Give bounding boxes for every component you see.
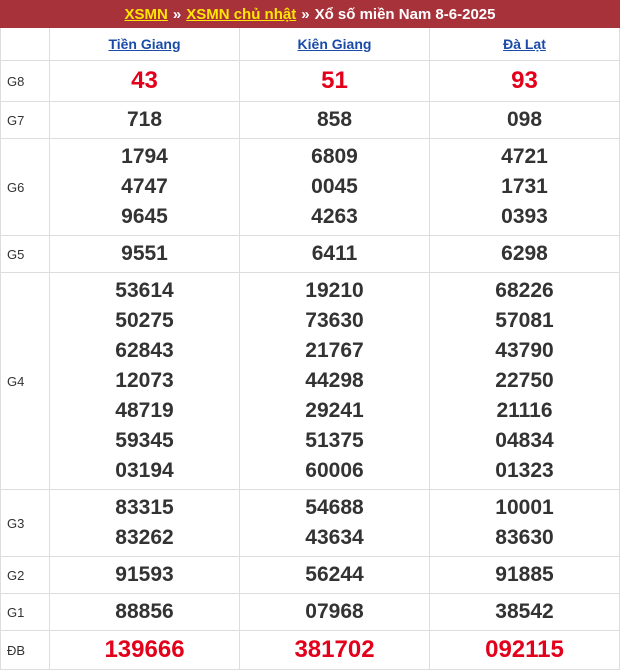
- prize-row-g7: G7 718 858 098: [0, 101, 620, 139]
- prize-label: G3: [0, 489, 50, 557]
- prize-number: 858: [239, 101, 430, 139]
- breadcrumb-link-xsmn-sunday[interactable]: XSMN chủ nhật: [186, 6, 296, 23]
- prize-label: G1: [0, 593, 50, 631]
- prize-number: 22750: [495, 369, 554, 392]
- prize-number: 0045: [311, 175, 358, 198]
- breadcrumb-separator: »: [172, 5, 182, 23]
- province-header: Tiền Giang: [49, 28, 240, 61]
- prize-row-g3: G3 83315 83262 54688 43634 10001 83630: [0, 489, 620, 557]
- special-prize-number: 139666: [49, 630, 240, 670]
- prize-number: 07968: [239, 593, 430, 631]
- prize-cell: 4721 1731 0393: [429, 138, 620, 236]
- prize-number: 83262: [115, 526, 174, 549]
- empty-header-cell: [0, 28, 50, 61]
- prize-number: 4263: [311, 205, 358, 228]
- special-prize-number: 381702: [239, 630, 430, 670]
- prize-row-g8: G8 43 51 93: [0, 60, 620, 102]
- prize-number: 43634: [305, 526, 364, 549]
- prize-label: G7: [0, 101, 50, 139]
- prize-number: 38542: [429, 593, 620, 631]
- prize-number: 12073: [115, 369, 174, 392]
- province-header: Kiên Giang: [239, 28, 430, 61]
- prize-row-g2: G2 91593 56244 91885: [0, 556, 620, 594]
- prize-number: 53614: [115, 279, 174, 302]
- prize-number: 4747: [121, 175, 168, 198]
- prize-cell: 6809 0045 4263: [239, 138, 430, 236]
- prize-number: 88856: [49, 593, 240, 631]
- prize-number: 098: [429, 101, 620, 139]
- prize-number: 73630: [305, 309, 364, 332]
- prize-label: G4: [0, 272, 50, 490]
- prize-number: 68226: [495, 279, 554, 302]
- prize-number: 62843: [115, 339, 174, 362]
- province-link-da-lat[interactable]: Đà Lạt: [503, 36, 546, 52]
- prize-row-g4: G4 53614 50275 62843 12073 48719 59345 0…: [0, 272, 620, 490]
- prize-cell: 54688 43634: [239, 489, 430, 557]
- prize-number: 718: [49, 101, 240, 139]
- breadcrumb-link-xsmn[interactable]: XSMN: [125, 6, 168, 23]
- breadcrumb-separator: »: [301, 5, 310, 23]
- prize-number: 91593: [49, 556, 240, 594]
- prize-number: 6411: [239, 235, 430, 273]
- prize-cell: 68226 57081 43790 22750 21116 04834 0132…: [429, 272, 620, 490]
- prize-number: 6298: [429, 235, 620, 273]
- prize-cell: 1794 4747 9645: [49, 138, 240, 236]
- prize-number: 19210: [305, 279, 364, 302]
- prize-number: 21767: [305, 339, 364, 362]
- prize-number: 4721: [501, 145, 548, 168]
- prize-number: 91885: [429, 556, 620, 594]
- prize-label: G5: [0, 235, 50, 273]
- prize-number: 6809: [311, 145, 358, 168]
- prize-number: 50275: [115, 309, 174, 332]
- province-link-tien-giang[interactable]: Tiền Giang: [108, 36, 180, 52]
- prize-cell: 19210 73630 21767 44298 29241 51375 6000…: [239, 272, 430, 490]
- prize-number: 59345: [115, 429, 174, 452]
- prize-number: 1794: [121, 145, 168, 168]
- prize-row-special: ĐB 139666 381702 092115: [0, 630, 620, 670]
- prize-label: G8: [0, 60, 50, 102]
- prize-row-g5: G5 9551 6411 6298: [0, 235, 620, 273]
- prize-cell: 53614 50275 62843 12073 48719 59345 0319…: [49, 272, 240, 490]
- prize-row-g1: G1 88856 07968 38542: [0, 593, 620, 631]
- prize-number: 9551: [49, 235, 240, 273]
- prize-number: 56244: [239, 556, 430, 594]
- province-header: Đà Lạt: [429, 28, 620, 61]
- prize-label: G6: [0, 138, 50, 236]
- prize-number: 1731: [501, 175, 548, 198]
- prize-number: 93: [429, 60, 620, 102]
- prize-number: 03194: [115, 459, 174, 482]
- prize-number: 43: [49, 60, 240, 102]
- prize-number: 51: [239, 60, 430, 102]
- prize-number: 54688: [305, 496, 364, 519]
- special-prize-number: 092115: [429, 630, 620, 670]
- prize-number: 51375: [305, 429, 364, 452]
- prize-number: 21116: [496, 399, 553, 422]
- page-title: Xổ số miền Nam 8-6-2025: [314, 5, 496, 23]
- prize-number: 04834: [495, 429, 554, 452]
- prize-number: 83630: [495, 526, 554, 549]
- prize-number: 01323: [495, 459, 554, 482]
- prize-number: 9645: [121, 205, 168, 228]
- prize-number: 57081: [495, 309, 554, 332]
- prize-number: 48719: [115, 399, 174, 422]
- prize-label: ĐB: [0, 630, 50, 670]
- prize-number: 43790: [495, 339, 554, 362]
- prize-number: 29241: [305, 399, 364, 422]
- prize-cell: 83315 83262: [49, 489, 240, 557]
- province-link-kien-giang[interactable]: Kiên Giang: [298, 36, 372, 52]
- province-header-row: Tiền Giang Kiên Giang Đà Lạt: [0, 28, 620, 61]
- breadcrumb-header: XSMN » XSMN chủ nhật » Xổ số miền Nam 8-…: [0, 0, 620, 28]
- prize-number: 0393: [501, 205, 548, 228]
- prize-number: 83315: [115, 496, 174, 519]
- results-table: Tiền Giang Kiên Giang Đà Lạt G8 43 51 93…: [0, 28, 620, 670]
- prize-number: 44298: [305, 369, 364, 392]
- prize-label: G2: [0, 556, 50, 594]
- prize-number: 10001: [495, 496, 554, 519]
- prize-number: 60006: [305, 459, 364, 482]
- prize-cell: 10001 83630: [429, 489, 620, 557]
- prize-row-g6: G6 1794 4747 9645 6809 0045 4263 4721 17…: [0, 138, 620, 236]
